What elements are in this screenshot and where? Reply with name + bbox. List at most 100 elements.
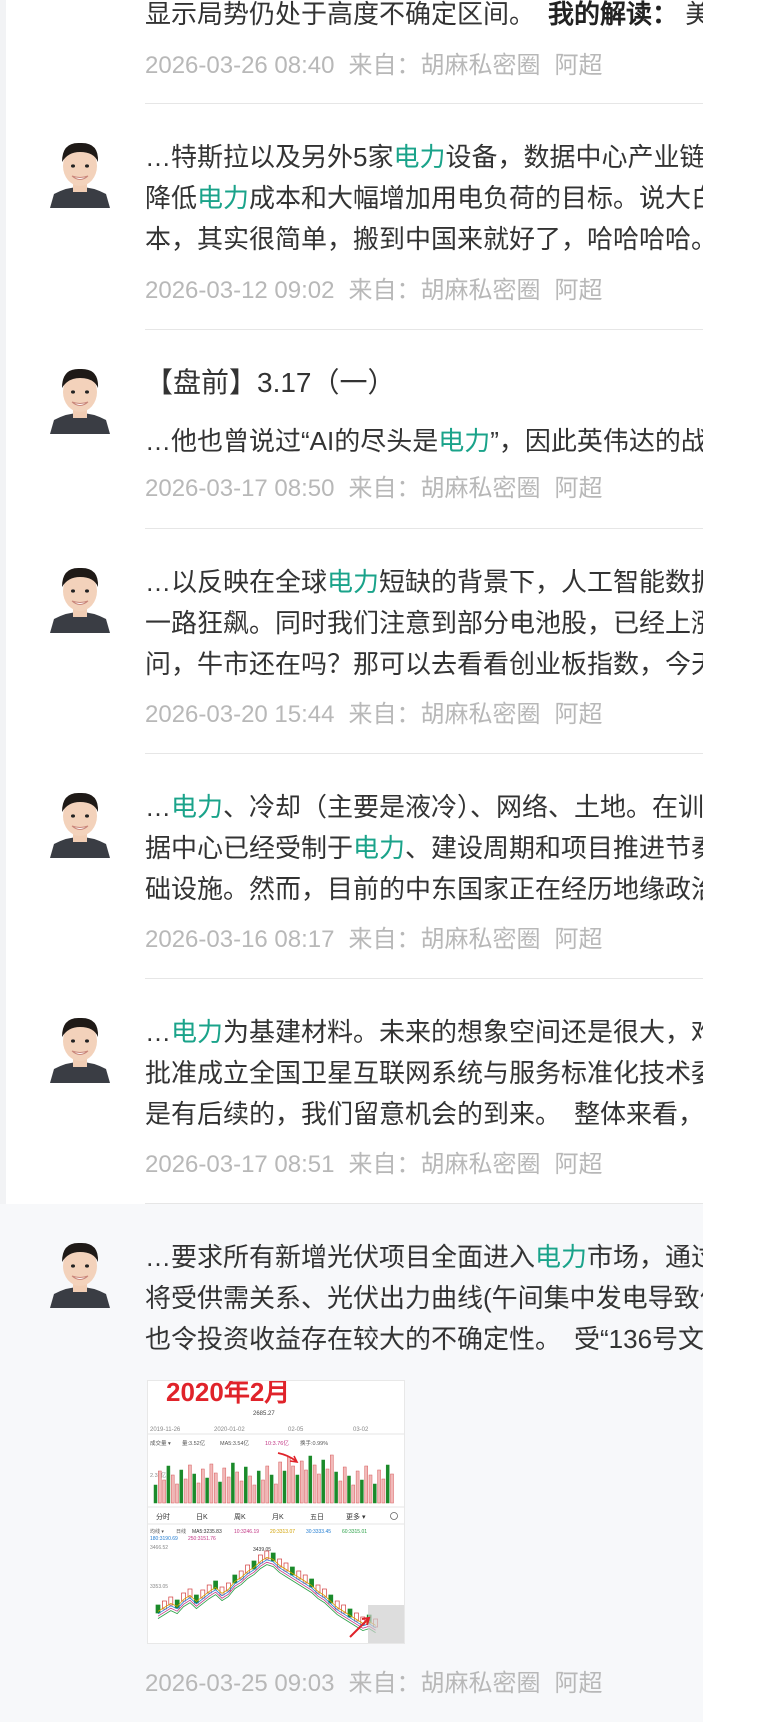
image-volume-bar (291, 1465, 295, 1504)
image-ma-label: 60:3315.01 (342, 1529, 367, 1535)
post-author[interactable]: 阿超 (555, 701, 603, 728)
text-line: …以反映在全球电力短缺的背景下，人工智能数据中 (145, 567, 744, 597)
keyword-highlight: 电力 (535, 1242, 588, 1272)
image-volume-bar (342, 1466, 347, 1504)
post-date: 2026-03-17 08:51 (145, 1151, 335, 1178)
image-date-label: 2020-01-02 (214, 1427, 245, 1433)
post-author[interactable]: 阿超 (555, 475, 603, 502)
post-source[interactable]: 来自：胡麻私密圈 (349, 52, 541, 79)
image-volume-bar (261, 1479, 265, 1504)
post-date: 2026-03-25 09:03 (145, 1670, 335, 1697)
text-line: …电力、冷却（主要是液冷）、网络、土地。在训练 (145, 792, 731, 822)
image-volume-bar (244, 1466, 248, 1504)
image-volume-bar (162, 1479, 166, 1504)
feed-item-text[interactable]: 显示局势仍处于高度不确定区间。 我的解读： 美债 (145, 0, 772, 35)
text-line: 也令投资收益存在较大的不确定性。 受“136号文”影 (145, 1324, 739, 1354)
image-volume-bar (265, 1465, 270, 1504)
image-volume-label: 成交量 ▾ (150, 1439, 171, 1447)
avatar[interactable] (50, 1236, 110, 1308)
keyword-highlight: 电力 (393, 142, 446, 172)
keyword-highlight: 电力 (171, 1017, 224, 1047)
feed-item[interactable]: 【盘前】3.17（一） …他也曾说过“AI的尽头是电力”，因此英伟达的战略 20… (0, 330, 772, 529)
feed-item-meta: 2026-03-25 09:03 来自：胡麻私密圈 阿超 (145, 1668, 617, 1700)
post-date: 2026-03-20 15:44 (145, 701, 335, 728)
image-volume-bar (287, 1456, 291, 1504)
image-volume-bar (351, 1484, 356, 1504)
image-volume-bar (213, 1472, 218, 1504)
feed-item-text[interactable]: …电力、冷却（主要是液冷）、网络、土地。在训练 据中心已经受制于电力、建设周期和… (145, 787, 772, 910)
image-volume-bar (235, 1471, 239, 1504)
image-volume-bar (192, 1473, 196, 1504)
avatar[interactable] (50, 786, 110, 858)
image-volume-bar (269, 1474, 274, 1504)
image-volume-label: 10:3.76亿 (265, 1439, 289, 1447)
image-volume-bar (226, 1476, 231, 1504)
image-volume-bar (377, 1469, 381, 1504)
post-author[interactable]: 阿超 (555, 277, 603, 304)
image-volume-bar (338, 1480, 343, 1504)
image-tab-label: 五日 (310, 1513, 324, 1521)
image-volume-bar (166, 1465, 171, 1504)
feed-item[interactable]: …电力为基建材料。未来的想象空间还是很大，难怪 批准成立全国卫星互联网系统与服务… (0, 979, 772, 1204)
image-volume-bar (179, 1469, 184, 1504)
post-source[interactable]: 来自：胡麻私密圈 (349, 926, 541, 953)
image-ma-label: 180:3190.69 (150, 1536, 178, 1542)
image-volume-bar (355, 1470, 360, 1504)
feed-item[interactable]: …以反映在全球电力短缺的背景下，人工智能数据中 一路狂飙。同时我们注意到部分电池… (0, 529, 772, 754)
post-source[interactable]: 来自：胡麻私密圈 (349, 1670, 541, 1697)
image-volume-bar (308, 1455, 313, 1504)
post-source[interactable]: 来自：胡麻私密圈 (349, 1151, 541, 1178)
feed-item-text[interactable]: …他也曾说过“AI的尽头是电力”，因此英伟达的战略 (145, 421, 772, 462)
feed-item-meta: 2026-03-16 08:17 来自：胡麻私密圈 阿超 (145, 924, 617, 956)
feed-item[interactable]: 显示局势仍处于高度不确定区间。 我的解读： 美债 2026-03-26 08:4… (0, 0, 772, 104)
avatar[interactable] (50, 136, 110, 208)
image-tab-label: 日K (196, 1513, 208, 1521)
image-volume-bar (317, 1473, 321, 1504)
image-ma-label: 10:3246.19 (234, 1529, 259, 1535)
image-volume-bar (175, 1483, 179, 1504)
feed-item-text[interactable]: …以反映在全球电力短缺的背景下，人工智能数据中 一路狂飙。同时我们注意到部分电池… (145, 562, 772, 685)
image-date-label: 2019-11-26 (150, 1427, 181, 1433)
feed-item-meta: 2026-03-12 09:02 来自：胡麻私密圈 阿超 (145, 275, 617, 307)
feed-item-text[interactable]: …电力为基建材料。未来的想象空间还是很大，难怪 批准成立全国卫星互联网系统与服务… (145, 1012, 772, 1135)
right-cutoff-area (703, 0, 772, 1722)
image-volume-bar (183, 1478, 188, 1504)
image-date-label: 03-02 (353, 1427, 369, 1433)
feed-item[interactable]: …电力、冷却（主要是液冷）、网络、土地。在训练 据中心已经受制于电力、建设周期和… (0, 754, 772, 979)
image-volume-bar (188, 1464, 192, 1504)
feed-item-text[interactable]: …特斯拉以及另外5家电力设备，数据中心产业链公 降低电力成本和大幅增加用电负荷的… (145, 137, 772, 260)
image-volume-bar (231, 1462, 235, 1504)
text-line: …特斯拉以及另外5家电力设备，数据中心产业链公 (145, 142, 732, 172)
post-source[interactable]: 来自：胡麻私密圈 (349, 701, 541, 728)
image-axis-label: 3466.52 (150, 1545, 168, 1551)
avatar[interactable] (50, 561, 110, 633)
avatar[interactable] (50, 1011, 110, 1083)
image-volume-bar (205, 1477, 209, 1504)
feed-item[interactable]: …要求所有新增光伏项目全面进入电力市场，通过现 将受供需关系、光伏出力曲线(午间… (0, 1204, 772, 1722)
post-source[interactable]: 来自：胡麻私密圈 (349, 475, 541, 502)
feed-item-meta: 2026-03-20 15:44 来自：胡麻私密圈 阿超 (145, 699, 617, 731)
feed-item[interactable]: …特斯拉以及另外5家电力设备，数据中心产业链公 降低电力成本和大幅增加用电负荷的… (0, 104, 772, 330)
post-title[interactable]: 【盘前】3.17（一） (145, 363, 396, 403)
image-date-label: 02-05 (288, 1427, 304, 1433)
keyword-highlight: 电力 (353, 833, 406, 863)
image-volume-bar (218, 1481, 222, 1504)
post-author[interactable]: 阿超 (555, 926, 603, 953)
feed-item-text[interactable]: …要求所有新增光伏项目全面进入电力市场，通过现 将受供需关系、光伏出力曲线(午间… (145, 1237, 772, 1360)
post-author[interactable]: 阿超 (555, 1670, 603, 1697)
post-author[interactable]: 阿超 (555, 1151, 603, 1178)
feed-item-meta: 2026-03-26 08:40 来自：胡麻私密圈 阿超 (145, 50, 617, 82)
text-line: 降低电力成本和大幅增加用电负荷的目标。说大白话 (145, 183, 744, 213)
image-volume-bar (274, 1483, 278, 1504)
image-volume-label: MA5:3.54亿 (220, 1439, 250, 1447)
image-volume-bar (153, 1484, 158, 1504)
image-tab-label: 月K (272, 1513, 284, 1521)
post-source[interactable]: 来自：胡麻私密圈 (349, 277, 541, 304)
avatar[interactable] (50, 362, 110, 434)
image-volume-bar (304, 1469, 308, 1504)
text-line: 础设施。然而，目前的中东国家正在经历地缘政治风 (145, 874, 744, 904)
post-date: 2026-03-16 08:17 (145, 926, 335, 953)
post-image-thumbnail[interactable]: 2020年2月 2685.27 2019-11-26 2020-01-02 02… (147, 1380, 405, 1644)
post-author[interactable]: 阿超 (555, 52, 603, 79)
post-date: 2026-03-17 08:50 (145, 475, 335, 502)
